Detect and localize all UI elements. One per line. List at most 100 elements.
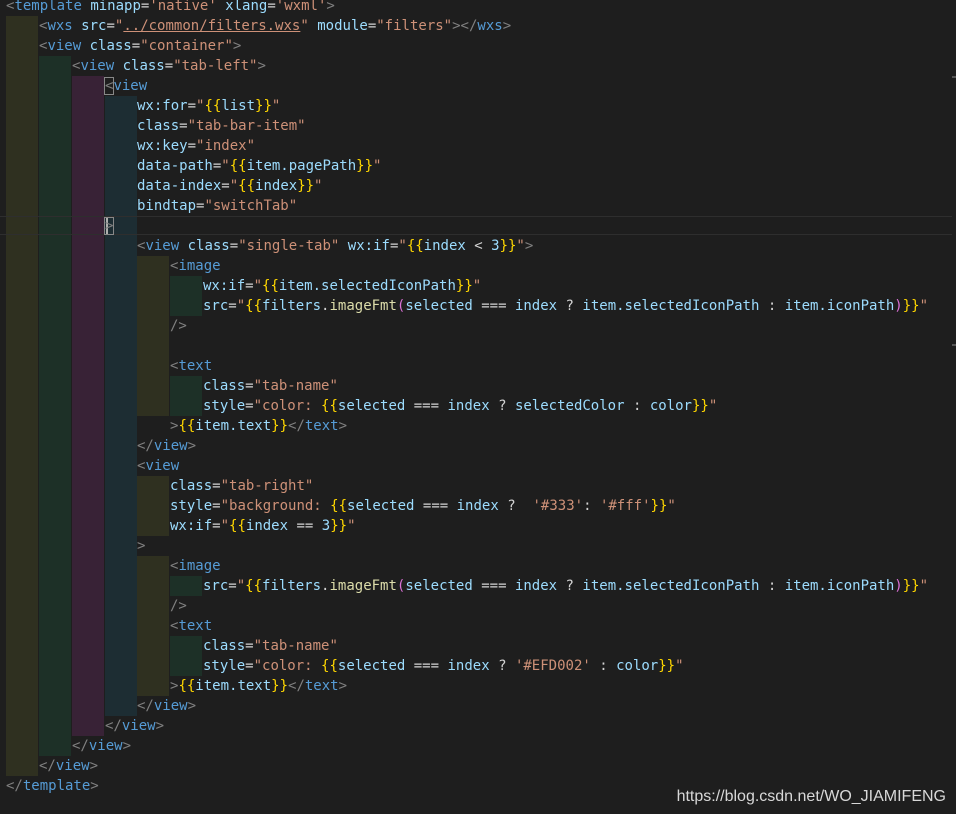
code-token: view [145,458,180,474]
code-token: </ [72,738,89,754]
code-token: minapp [90,0,141,14]
code-line[interactable]: </view> [72,736,131,756]
indent-guide [105,96,137,716]
code-line[interactable]: style="color: {{selected === index ? sel… [203,396,717,416]
indent-guide [137,556,169,696]
code-line[interactable]: src="{{filters.imageFmt(selected === ind… [203,576,928,596]
code-line[interactable]: data-path="{{item.pagePath}}" [137,156,381,176]
code-token: item.iconPath [784,298,895,314]
code-token: ) [894,298,903,314]
indent-guide [72,76,104,736]
code-line[interactable]: wx:if="{{index == 3}}" [170,516,356,536]
code-line[interactable]: style="color: {{selected === index ? '#E… [203,656,684,676]
code-token: style [203,398,246,414]
code-line[interactable]: /> [170,596,187,616]
code-line[interactable]: data-index="{{index}}" [137,176,322,196]
code-line[interactable]: wx:if="{{item.selectedIconPath}}" [203,276,481,296]
code-line[interactable]: bindtap="switchTab" [137,196,297,216]
code-token: text [304,678,339,694]
code-token: > [524,238,534,254]
code-token: style [170,498,213,514]
code-token: > [232,38,242,54]
code-token: ../common/filters.wxs [123,18,301,34]
code-line[interactable]: style="background: {{selected === index … [170,496,676,516]
code-line[interactable]: > [137,536,145,556]
code-line[interactable]: <view class="single-tab" wx:if="{{index … [137,236,533,256]
code-line[interactable]: </view> [137,436,196,456]
code-line[interactable]: <template minapp='native' xlang='wxml'> [6,0,335,16]
code-token: }} [271,418,289,434]
code-line[interactable]: wx:key="index" [137,136,255,156]
code-token: view [55,758,90,774]
code-token: "switchTab" [204,198,298,214]
code-line[interactable]: src="{{filters.imageFmt(selected === ind… [203,296,928,316]
code-token: {{ [229,518,246,534]
code-line[interactable]: class="tab-name" [203,636,338,656]
code-line[interactable]: class="tab-name" [203,376,338,396]
code-editor[interactable]: <template minapp='native' xlang='wxml'> <… [0,0,956,814]
code-line[interactable]: </view> [137,696,196,716]
code-token: {{ [204,98,222,114]
code-token: = [221,178,230,194]
code-token: ) [894,578,903,594]
code-token: module [317,18,368,34]
code-token: view [80,58,115,74]
code-line[interactable]: </view> [39,756,98,776]
code-token: data-index [137,178,222,194]
code-token: = [229,238,239,254]
code-token: > [137,538,146,554]
code-token: wx:if [170,518,213,534]
indent-guide [137,256,169,336]
code-token: bindtap [137,198,197,214]
code-token: imageFmt [329,578,397,594]
code-token: </ [6,778,23,794]
code-line[interactable]: > [105,216,113,236]
code-line[interactable]: >{{item.text}}</text> [170,416,347,436]
code-token: selected [337,658,406,674]
code-line[interactable]: class="tab-right" [170,476,313,496]
code-token: }} [271,678,289,694]
code-token: "background: [220,498,331,514]
code-token: index [447,398,490,414]
code-token: 3 [491,238,500,254]
code-token: = [245,278,254,294]
code-token: index [456,498,499,514]
code-line[interactable]: /> [170,316,187,336]
code-token: " [373,158,382,174]
code-token: = [187,98,197,114]
code-line[interactable]: </view> [105,716,164,736]
code-line[interactable]: class="tab-bar-item" [137,116,306,136]
code-line[interactable]: <image [170,256,221,276]
code-line[interactable]: <text [170,356,212,376]
code-token: : [759,578,785,594]
code-token: === [405,398,448,414]
code-token: ? [557,578,583,594]
code-token: = [245,378,254,394]
code-token: " [229,178,239,194]
code-line[interactable]: >{{item.text}}</text> [170,676,347,696]
code-token: = [245,658,254,674]
code-line[interactable]: <view class="container"> [39,36,241,56]
code-token: > [257,58,266,74]
code-token: style [203,658,246,674]
code-line[interactable]: <view [137,456,179,476]
code-token: " [314,178,323,194]
code-token: src [203,578,229,594]
code-line[interactable]: <wxs src="../common/filters.wxs" module=… [39,16,511,36]
code-line[interactable]: <view [105,76,147,96]
code-token: > [89,758,99,774]
code-token: ? [498,498,533,514]
code-token: }} [499,238,517,254]
code-line[interactable]: <view class="tab-left"> [72,56,266,76]
code-token: index [447,658,490,674]
code-line[interactable]: <image [170,556,221,576]
code-line[interactable]: <text [170,616,212,636]
code-token: > [105,218,114,234]
code-token: = [179,118,188,134]
code-token: </ [288,418,305,434]
code-line[interactable]: wx:for="{{list}}" [137,96,280,116]
code-token: view [153,698,188,714]
code-line[interactable]: </template> [6,776,99,796]
code-token: " [220,518,230,534]
